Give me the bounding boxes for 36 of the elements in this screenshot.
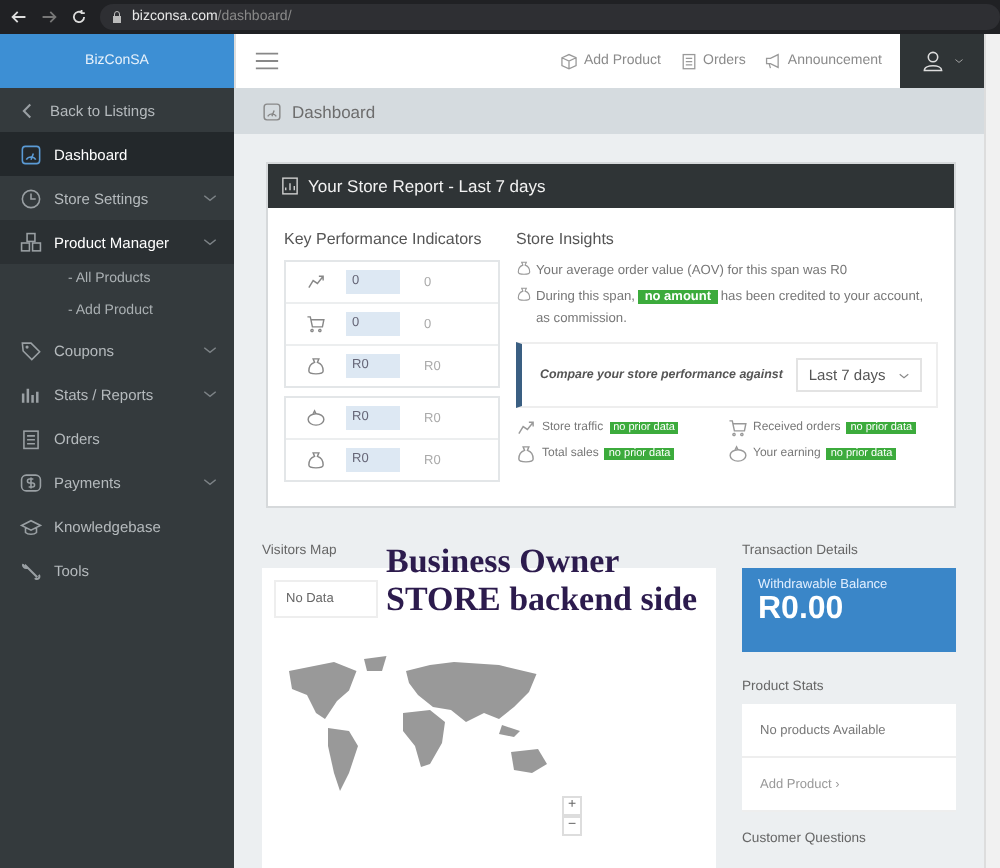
page-title: Dashboard <box>292 101 376 121</box>
forward-arrow-icon[interactable] <box>40 8 58 26</box>
reload-icon[interactable] <box>70 8 88 26</box>
tag-icon <box>20 339 42 361</box>
trend-icon <box>516 418 536 438</box>
section-title: Store Insights <box>516 230 616 248</box>
clipboard-icon <box>679 52 697 70</box>
box-icon <box>559 52 578 70</box>
money-bag-icon <box>306 450 326 470</box>
overlay-caption: Business Owner STORE backend side <box>386 542 698 618</box>
cart-icon <box>306 314 326 334</box>
gauge-icon <box>20 143 42 165</box>
menu-icon[interactable] <box>254 48 280 74</box>
gauge-icon <box>262 101 282 121</box>
balance-amount: R0.00 <box>758 592 846 628</box>
scrollbar[interactable] <box>984 34 1000 868</box>
chevron-down-icon <box>897 369 910 381</box>
megaphone-icon <box>763 52 782 70</box>
user-icon <box>921 50 943 72</box>
chevron-down-icon <box>953 56 963 66</box>
clipboard-icon <box>20 427 42 449</box>
user-menu-button[interactable] <box>900 34 984 88</box>
dollar-icon <box>20 471 42 493</box>
section-title: Key Performance Indicators <box>284 230 484 248</box>
bar-chart-icon <box>20 383 42 405</box>
report-title: Your Store Report - Last 7 days <box>308 176 546 196</box>
cart-icon <box>727 418 747 438</box>
boxes-icon <box>20 231 42 253</box>
money-bag-icon <box>516 444 536 464</box>
report-icon <box>280 176 300 196</box>
clock-icon <box>20 187 42 209</box>
trend-icon <box>306 272 326 292</box>
graduation-cap-icon <box>20 515 42 537</box>
lock-icon <box>110 10 124 24</box>
back-arrow-icon[interactable] <box>10 8 28 26</box>
money-bag-icon <box>306 356 326 376</box>
